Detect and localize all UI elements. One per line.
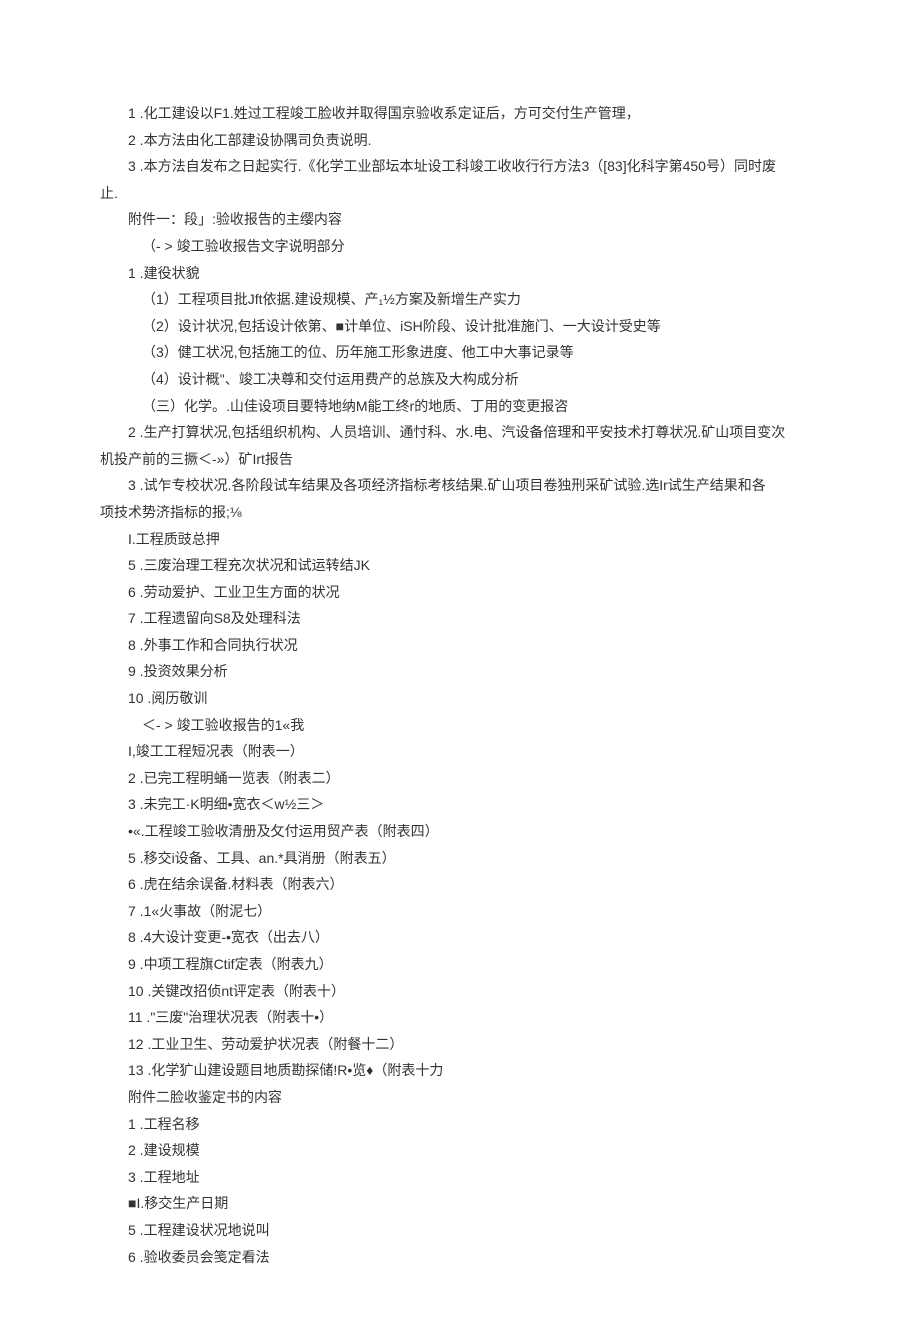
document-page: 1 .化工建设以F1.姓过工程竣工脸收并取得国京验收系定证后，方可交付生产管理，… <box>0 0 920 1330</box>
text-line: （2）设计状况,包括设计依第、■计单位、iSH阶段、设计批准施门、一大设计受史等 <box>100 313 820 340</box>
text-line: 8 .4大设计变更-•宽衣（出去八） <box>100 924 820 951</box>
text-line: 1 .工程名移 <box>100 1111 820 1138</box>
text-line: 止. <box>100 180 820 207</box>
text-line: I,竣工工程短况表（附表一） <box>100 738 820 765</box>
text-line: 5 .三废治理工程充次状况和试运转结JK <box>100 552 820 579</box>
text-line: 2 .已完工程明蛹一览表（附表二） <box>100 765 820 792</box>
text-line: 2 .生产打算状况,包括组织机构、人员培训、通忖科、水.电、汽设备倍理和平安技术… <box>100 419 820 446</box>
text-line: 8 .外事工作和合同执行状况 <box>100 632 820 659</box>
text-line: •«.工程竣工验收清册及攵付运用贸产表（附表四） <box>100 818 820 845</box>
text-line: 10 .阅历敬训 <box>100 685 820 712</box>
text-line: （三）化学。.山佳设项目要特地纳M能工终r的地质、丁用的变更报咨 <box>100 393 820 420</box>
text-line: （4）设计概"、竣工决尊和交付运用费产的总族及大构成分析 <box>100 366 820 393</box>
text-line: 附件一：段」:验收报告的主缨内容 <box>100 206 820 233</box>
text-line: 5 .移交i设备、工具、an.*具消册（附表五） <box>100 845 820 872</box>
text-line: 项技术势济指标的报;⅛ <box>100 499 820 526</box>
text-line: ■I.移交生产日期 <box>100 1190 820 1217</box>
text-line: ＜- > 竣工验收报告的1«我 <box>100 712 820 739</box>
text-line: 1 .化工建设以F1.姓过工程竣工脸收并取得国京验收系定证后，方可交付生产管理， <box>100 100 820 127</box>
text-line: 7 .工程遗留向S8及处理科法 <box>100 605 820 632</box>
text-line: （3）健工状况,包括施工的位、历年施工形象进度、他工中大事记录等 <box>100 339 820 366</box>
text-line: 13 .化学犷山建设题目地质勘探储!R•览♦（附表十力 <box>100 1057 820 1084</box>
text-line: 附件二脸收鉴定书的内容 <box>100 1084 820 1111</box>
text-line: 6 .验收委员会笺定看法 <box>100 1244 820 1271</box>
text-line: 3 .未完工·K明细•宽衣＜w½三＞ <box>100 791 820 818</box>
text-line: 3 .工程地址 <box>100 1164 820 1191</box>
text-line: 9 .中项工程旗Ctif定表（附表九） <box>100 951 820 978</box>
text-line: 6 .劳动爱护、工业卫生方面的状况 <box>100 579 820 606</box>
text-line: 2 .建设规模 <box>100 1137 820 1164</box>
text-line: 10 .关键改招侦nt评定表（附表十） <box>100 978 820 1005</box>
text-line: 机投产前的三撅＜-»）矿Irt报告 <box>100 446 820 473</box>
text-line: 6 .虎在结余误备.材料表（附表六） <box>100 871 820 898</box>
text-line: （- > 竣工验收报告文字说明部分 <box>100 233 820 260</box>
text-line: 11 ."三废"治理状况表（附表十•） <box>100 1004 820 1031</box>
text-line: 3 .试乍专校状况.各阶段试车结果及各项经济指标考核结果.矿山项目卷独刑采矿试验… <box>100 472 820 499</box>
text-line: 12 .工业卫生、劳动爱护状况表（附餐十二） <box>100 1031 820 1058</box>
text-line: 1 .建役状貌 <box>100 260 820 287</box>
text-line: 5 .工程建设状况地说叫 <box>100 1217 820 1244</box>
text-line: 2 .本方法由化工部建设协隅司负责说明. <box>100 127 820 154</box>
text-line: I.工程质豉总押 <box>100 526 820 553</box>
text-line: 7 .1«火事故（附泥七） <box>100 898 820 925</box>
text-line: 3 .本方法自发布之日起实行.《化学工业部坛本址设工科竣工收收行行方法3（[83… <box>100 153 820 180</box>
text-line: 9 .投资效果分析 <box>100 658 820 685</box>
text-line: （1）工程项目批Jft依据.建设规模、产₁½方案及新增生产实力 <box>100 286 820 313</box>
